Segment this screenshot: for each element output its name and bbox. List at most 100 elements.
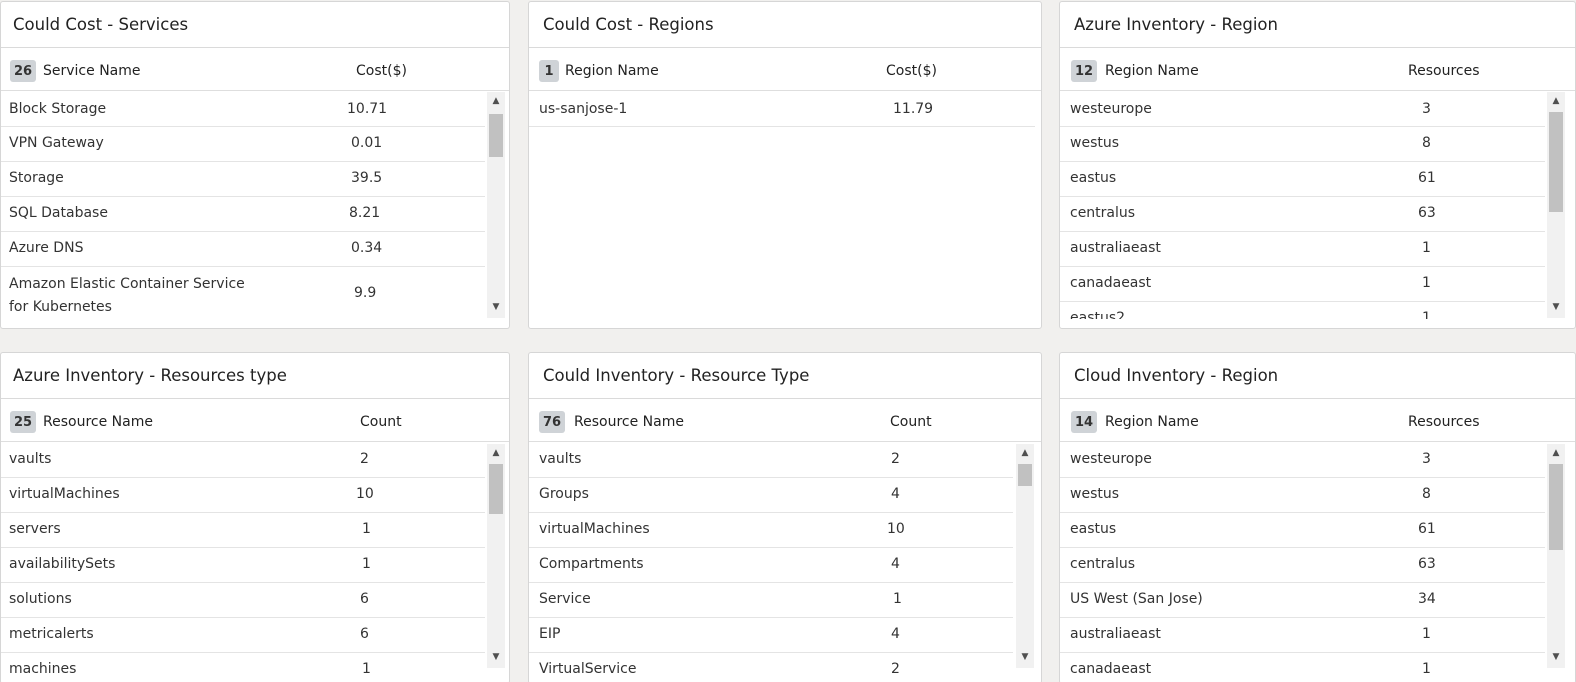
table-row[interactable]: servers 1 (1, 513, 485, 548)
count-badge: 76 (539, 411, 566, 433)
scroll-thumb[interactable] (1549, 464, 1563, 550)
row-value: 0.34 (351, 240, 383, 256)
scroll-down-arrow-icon[interactable]: ▼ (487, 300, 505, 314)
table-row[interactable]: Groups 4 (529, 478, 1013, 513)
table-row[interactable]: Storage 39.5 (1, 162, 485, 197)
scroll-up-arrow-icon[interactable]: ▲ (487, 94, 505, 108)
table-row[interactable]: Compartments 4 (529, 548, 1013, 583)
panel-cloud-inventory-region: Cloud Inventory - Region 14 Region Name … (1059, 352, 1576, 682)
column-header-name[interactable]: Region Name (1105, 63, 1199, 79)
table-row[interactable]: EIP 4 (529, 618, 1013, 653)
column-header-name[interactable]: Resource Name (574, 414, 684, 430)
row-name: Azure DNS (9, 240, 84, 256)
scroll-thumb[interactable] (1018, 464, 1032, 486)
column-header-value[interactable]: Count (360, 414, 402, 430)
table-row[interactable]: US West (San Jose) 34 (1060, 583, 1545, 618)
table-row[interactable]: solutions 6 (1, 583, 485, 618)
scrollbar[interactable]: ▲ ▼ (487, 92, 505, 318)
column-header-name[interactable]: Region Name (1105, 414, 1199, 430)
table-row[interactable]: westeurope 3 (1060, 443, 1545, 478)
table-row[interactable]: australiaeast 1 (1060, 618, 1545, 653)
table-row[interactable]: centralus 63 (1060, 548, 1545, 583)
row-value: 2 (891, 451, 900, 467)
column-header-value[interactable]: Resources (1408, 414, 1480, 430)
row-name: VPN Gateway (9, 135, 104, 151)
table-row[interactable]: eastus 61 (1060, 513, 1545, 548)
table-body[interactable]: westeurope 3 westus 8 eastus 61 centralu… (1060, 92, 1545, 319)
table-body[interactable]: westeurope 3 westus 8 eastus 61 centralu… (1060, 443, 1545, 682)
table-body[interactable]: Block Storage 10.71 VPN Gateway 0.01 Sto… (1, 92, 485, 328)
table-row[interactable]: us-sanjose-1 11.79 (529, 92, 1035, 127)
row-name: Service (539, 591, 591, 607)
row-value: 9.9 (354, 285, 377, 301)
table-row[interactable]: australiaeast 1 (1060, 232, 1545, 267)
row-value: 8.21 (349, 205, 381, 221)
scroll-up-arrow-icon[interactable]: ▲ (1547, 446, 1565, 460)
row-name: centralus (1070, 556, 1136, 572)
table-row[interactable]: metricalerts 6 (1, 618, 485, 653)
scrollbar[interactable]: ▲ ▼ (1547, 92, 1565, 318)
table-row[interactable]: vaults 2 (1, 443, 485, 478)
row-name: metricalerts (9, 626, 94, 642)
panel-title: Could Cost - Services (1, 2, 509, 48)
table-row[interactable]: canadaeast 1 (1060, 267, 1545, 302)
column-header-name[interactable]: Resource Name (43, 414, 153, 430)
scrollbar[interactable]: ▲ ▼ (1016, 444, 1034, 668)
row-value: 10 (887, 521, 905, 537)
column-header-name[interactable]: Region Name (565, 63, 659, 79)
table-header: 12 Region Name Resources (1060, 48, 1575, 91)
scroll-thumb[interactable] (1549, 112, 1563, 212)
count-badge: 14 (1071, 411, 1098, 433)
scroll-down-arrow-icon[interactable]: ▼ (1016, 650, 1034, 664)
column-header-value[interactable]: Cost($) (886, 63, 937, 79)
row-name: SQL Database (9, 205, 108, 221)
row-value: 8 (1422, 486, 1431, 502)
row-name: canadaeast (1070, 661, 1152, 677)
row-name: EIP (539, 626, 561, 642)
table-row[interactable]: SQL Database 8.21 (1, 197, 485, 232)
table-row[interactable]: vaults 2 (529, 443, 1013, 478)
scroll-down-arrow-icon[interactable]: ▼ (1547, 650, 1565, 664)
table-row[interactable]: westus 8 (1060, 127, 1545, 162)
table-row[interactable]: centralus 63 (1060, 197, 1545, 232)
table-row[interactable]: VPN Gateway 0.01 (1, 127, 485, 162)
table-body[interactable]: vaults 2 Groups 4 virtualMachines 10 Com… (529, 443, 1013, 682)
count-badge: 1 (539, 60, 559, 82)
table-row[interactable]: virtualMachines 10 (1, 478, 485, 513)
column-header-value[interactable]: Cost($) (356, 63, 407, 79)
row-name: eastus2 (1070, 310, 1126, 319)
scrollbar[interactable]: ▲ ▼ (1547, 444, 1565, 668)
table-row[interactable]: westus 8 (1060, 478, 1545, 513)
scroll-down-arrow-icon[interactable]: ▼ (1547, 300, 1565, 314)
table-row[interactable]: machines 1 (1, 653, 485, 682)
scroll-thumb[interactable] (489, 114, 503, 157)
table-header: 26 Service Name Cost($) (1, 48, 509, 91)
table-body[interactable]: vaults 2 virtualMachines 10 servers 1 av… (1, 443, 485, 682)
row-value: 4 (891, 556, 900, 572)
row-value: 2 (891, 661, 900, 677)
table-body[interactable]: us-sanjose-1 11.79 (529, 92, 1035, 328)
column-header-value[interactable]: Count (890, 414, 932, 430)
row-value: 2 (360, 451, 369, 467)
table-row[interactable]: eastus 61 (1060, 162, 1545, 197)
table-row[interactable]: eastus2 1 (1060, 302, 1545, 319)
scroll-down-arrow-icon[interactable]: ▼ (487, 650, 505, 664)
table-row[interactable]: VirtualService 2 (529, 653, 1013, 682)
table-row[interactable]: Service 1 (529, 583, 1013, 618)
row-name: westeurope (1070, 451, 1152, 467)
row-name: Groups (539, 486, 589, 502)
scroll-up-arrow-icon[interactable]: ▲ (1547, 94, 1565, 108)
table-row[interactable]: availabilitySets 1 (1, 548, 485, 583)
table-row[interactable]: westeurope 3 (1060, 92, 1545, 127)
table-row[interactable]: Azure DNS 0.34 (1, 232, 485, 267)
scroll-up-arrow-icon[interactable]: ▲ (487, 446, 505, 460)
table-row[interactable]: virtualMachines 10 (529, 513, 1013, 548)
table-row[interactable]: Block Storage 10.71 (1, 92, 485, 127)
scroll-up-arrow-icon[interactable]: ▲ (1016, 446, 1034, 460)
table-row[interactable]: Amazon Elastic Container Service for Kub… (1, 267, 485, 325)
scroll-thumb[interactable] (489, 464, 503, 514)
table-row[interactable]: canadaeast 1 (1060, 653, 1545, 682)
column-header-value[interactable]: Resources (1408, 63, 1480, 79)
scrollbar[interactable]: ▲ ▼ (487, 444, 505, 668)
column-header-name[interactable]: Service Name (43, 63, 141, 79)
